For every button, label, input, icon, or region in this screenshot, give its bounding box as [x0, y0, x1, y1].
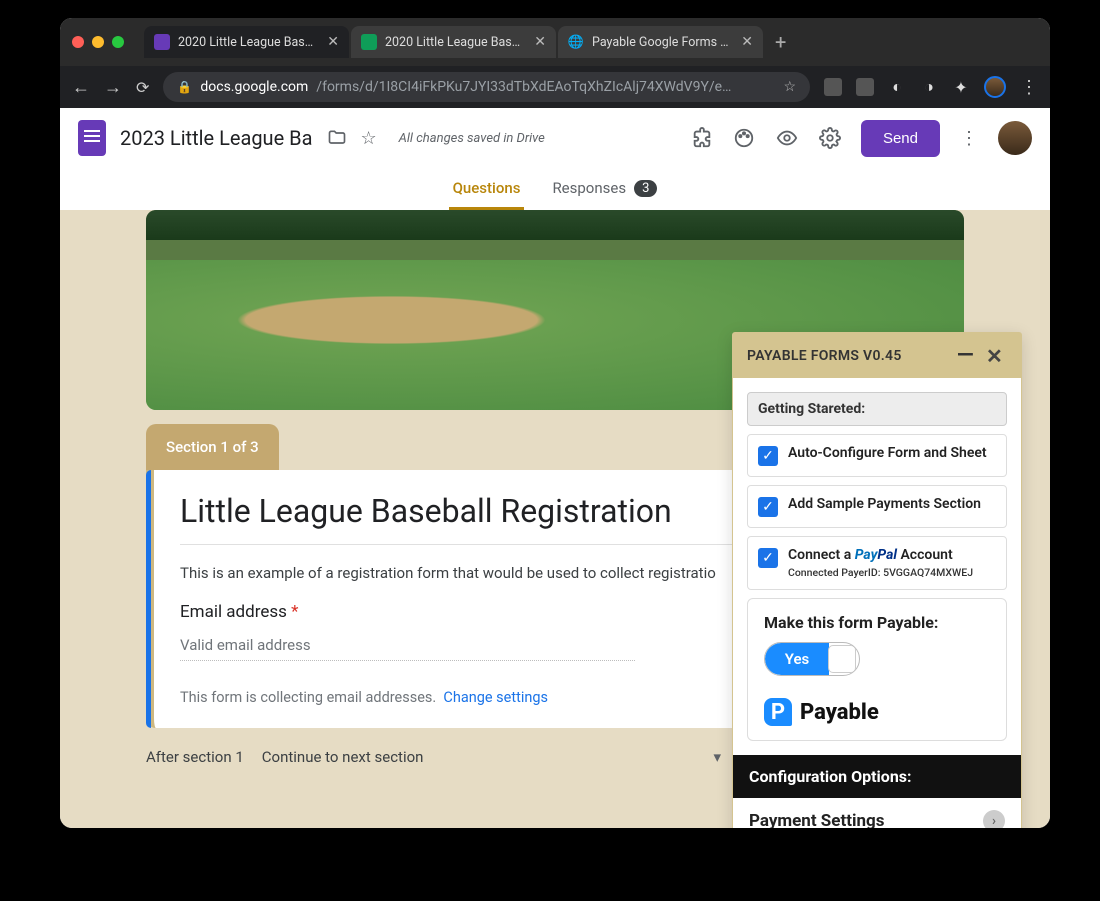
row-label: Payment Settings [749, 811, 884, 828]
label-text: Email address [180, 602, 287, 622]
section-indicator: Section 1 of 3 [146, 424, 279, 470]
chrome-tab-strip: 2020 Little League Baseball Re ✕ 2020 Li… [60, 18, 1050, 66]
check-sample-payments[interactable]: ✓ Add Sample Payments Section [747, 485, 1007, 528]
palette-icon[interactable] [733, 127, 755, 149]
close-tab-icon[interactable]: ✕ [327, 34, 339, 50]
note-text: This form is collecting email addresses. [180, 689, 436, 706]
google-forms-logo[interactable] [78, 120, 106, 156]
check-label: Auto-Configure Form and Sheet [788, 445, 987, 461]
browser-tab-sheets[interactable]: 2020 Little League Baseball Re ✕ [351, 26, 556, 58]
addons-puzzle-icon[interactable] [691, 127, 713, 149]
close-tab-icon[interactable]: ✕ [534, 34, 546, 50]
chevron-right-icon: › [983, 810, 1005, 828]
payable-bubble-icon: P [764, 698, 792, 726]
payable-brand-logo: P Payable [764, 698, 990, 726]
new-tab-button[interactable]: + [765, 30, 796, 54]
url-input[interactable]: 🔒 docs.google.com/forms/d/1I8CI4iFkPKu7J… [163, 72, 810, 102]
forms-favicon [154, 34, 170, 50]
chrome-menu-icon[interactable]: ⋮ [1020, 77, 1038, 98]
sheets-favicon [361, 34, 377, 50]
addon-body: Getting Stareted: ✓ Auto-Configure Form … [733, 378, 1021, 828]
addon-title: PAYABLE FORMS V0.45 [747, 348, 902, 364]
profile-avatar[interactable] [984, 76, 1006, 98]
toggle-knob [828, 645, 856, 673]
close-tab-icon[interactable]: ✕ [741, 34, 753, 50]
browser-window: 2020 Little League Baseball Re ✕ 2020 Li… [60, 18, 1050, 828]
more-menu-icon[interactable]: ⋮ [960, 128, 978, 149]
lock-icon: 🔒 [177, 80, 192, 94]
minimize-window[interactable] [92, 36, 104, 48]
getting-started-header: Getting Stareted: [747, 392, 1007, 426]
paypal-logo: PayPal [855, 547, 897, 563]
star-icon[interactable]: ☆ [361, 128, 377, 149]
after-section-label: After section 1 [146, 748, 244, 766]
check-label: Add Sample Payments Section [788, 496, 981, 512]
send-button[interactable]: Send [861, 120, 940, 157]
extension-icon[interactable]: ◐ [888, 78, 906, 96]
connected-payerid: Connected PayerID: 5VGGAQ74MXWEJ [788, 566, 973, 579]
required-star: * [291, 602, 298, 622]
account-avatar[interactable] [998, 121, 1032, 155]
tab-questions[interactable]: Questions [449, 169, 525, 210]
payable-toggle[interactable]: Yes [764, 642, 860, 676]
extension-icon[interactable]: ◑ [920, 78, 938, 96]
forward-button[interactable]: → [104, 77, 122, 98]
window-controls [72, 36, 124, 48]
preview-eye-icon[interactable] [775, 127, 799, 149]
close-window[interactable] [72, 36, 84, 48]
tab-responses[interactable]: Responses 3 [548, 169, 661, 210]
tab-label: Questions [453, 179, 521, 197]
extension-icon[interactable] [856, 78, 874, 96]
make-payable-label: Make this form Payable: [764, 613, 990, 632]
bookmark-star-icon[interactable]: ☆ [783, 79, 796, 95]
brand-text: Payable [800, 700, 879, 725]
maximize-window[interactable] [112, 36, 124, 48]
check-connect-paypal[interactable]: ✓ Connect a PayPal Account Connected Pay… [747, 536, 1007, 590]
close-icon[interactable]: ✕ [982, 344, 1007, 368]
form-tabs: Questions Responses 3 [60, 168, 1050, 210]
after-section-dropdown[interactable]: Continue to next section ▾ [262, 748, 721, 766]
checkbox-checked-icon[interactable]: ✓ [758, 497, 778, 517]
check-label: Connect a PayPal Account [788, 547, 973, 563]
change-settings-link[interactable]: Change settings [443, 689, 548, 706]
toggle-yes-label: Yes [765, 643, 829, 675]
tab-title: 2020 Little League Baseball Re [385, 35, 526, 50]
tabs: 2020 Little League Baseball Re ✕ 2020 Li… [144, 26, 796, 58]
browser-tab-payable[interactable]: 🌐 Payable Google Forms Add-On ✕ [558, 26, 763, 58]
browser-tab-forms[interactable]: 2020 Little League Baseball Re ✕ [144, 26, 349, 58]
tab-title: Payable Google Forms Add-On [592, 35, 733, 50]
addon-titlebar: PAYABLE FORMS V0.45 — ✕ [733, 333, 1021, 378]
payment-settings-row[interactable]: Payment Settings › [747, 798, 1007, 828]
url-path: /forms/d/1I8CI4iFkPKu7JYI33dTbXdEAoTqXhZ… [316, 79, 731, 95]
chevron-down-icon: ▾ [713, 748, 721, 766]
url-domain: docs.google.com [200, 79, 308, 95]
configuration-options-header: Configuration Options: [733, 755, 1021, 798]
responses-count-badge: 3 [634, 180, 657, 197]
reload-button[interactable]: ⟳ [136, 78, 149, 97]
minimize-icon[interactable]: — [949, 343, 982, 368]
extension-icons: ◐ ◑ ✦ ⋮ [824, 76, 1038, 98]
email-input[interactable]: Valid email address [180, 636, 635, 661]
move-folder-icon[interactable] [327, 128, 347, 148]
check-auto-configure[interactable]: ✓ Auto-Configure Form and Sheet [747, 434, 1007, 477]
globe-favicon: 🌐 [568, 34, 584, 50]
settings-gear-icon[interactable] [819, 127, 841, 149]
back-button[interactable]: ← [72, 77, 90, 98]
checkbox-checked-icon[interactable]: ✓ [758, 446, 778, 466]
dropdown-value: Continue to next section [262, 748, 424, 766]
make-payable-box: Make this form Payable: Yes P Payable [747, 598, 1007, 741]
address-bar: ← → ⟳ 🔒 docs.google.com/forms/d/1I8CI4iF… [60, 66, 1050, 108]
extension-icon[interactable] [824, 78, 842, 96]
document-title[interactable]: 2023 Little League Ba [120, 126, 313, 150]
tab-label: Responses [552, 179, 626, 197]
checkbox-checked-icon[interactable]: ✓ [758, 548, 778, 568]
tab-title: 2020 Little League Baseball Re [178, 35, 319, 50]
payable-addon-panel: PAYABLE FORMS V0.45 — ✕ Getting Stareted… [732, 332, 1022, 828]
forms-header: 2023 Little League Ba ☆ All changes save… [60, 108, 1050, 168]
extensions-puzzle-icon[interactable]: ✦ [952, 78, 970, 96]
save-status: All changes saved in Drive [399, 131, 545, 146]
